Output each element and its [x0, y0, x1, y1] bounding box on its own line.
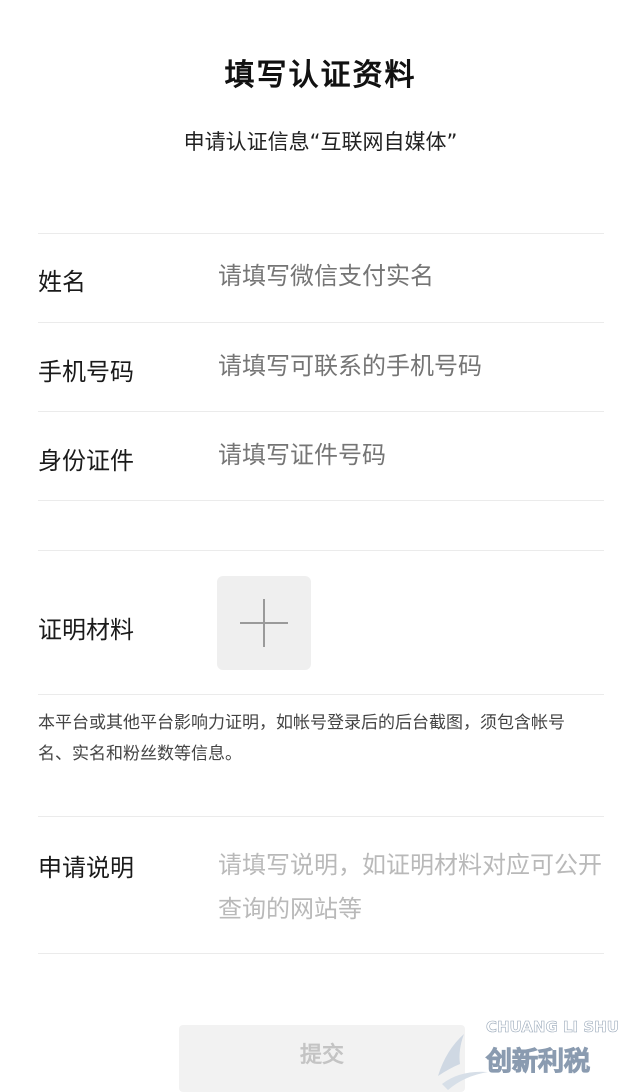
divider	[38, 411, 604, 412]
svg-text:CHUANG LI SHU: CHUANG LI SHU	[486, 1018, 619, 1036]
submit-button[interactable]: 提交	[179, 1025, 465, 1092]
divider	[38, 953, 604, 954]
divider	[38, 816, 604, 817]
id-card-label: 身份证件	[38, 447, 134, 475]
upload-button[interactable]	[217, 576, 311, 670]
name-input[interactable]	[218, 262, 598, 290]
divider	[38, 233, 604, 234]
divider	[38, 694, 604, 695]
description-textarea[interactable]: 请填写说明，如证明材料对应可公开查询的网站等	[218, 843, 602, 933]
name-label: 姓名	[38, 268, 86, 296]
divider	[38, 322, 604, 323]
page-subtitle: 申请认证信息“互联网自媒体”	[183, 130, 458, 154]
description-label: 申请说明	[38, 854, 134, 882]
proof-hint: 本平台或其他平台影响力证明，如帐号登录后的后台截图，须包含帐号名、实名和粉丝数等…	[38, 713, 565, 764]
phone-input[interactable]	[218, 352, 598, 380]
phone-label: 手机号码	[38, 358, 134, 386]
id-card-input[interactable]	[218, 441, 598, 469]
divider	[38, 550, 604, 551]
svg-text:创新利税: 创新利税	[485, 1046, 590, 1077]
proof-label: 证明材料	[38, 616, 134, 644]
divider	[38, 500, 604, 501]
page-title: 填写认证资料	[224, 58, 417, 93]
